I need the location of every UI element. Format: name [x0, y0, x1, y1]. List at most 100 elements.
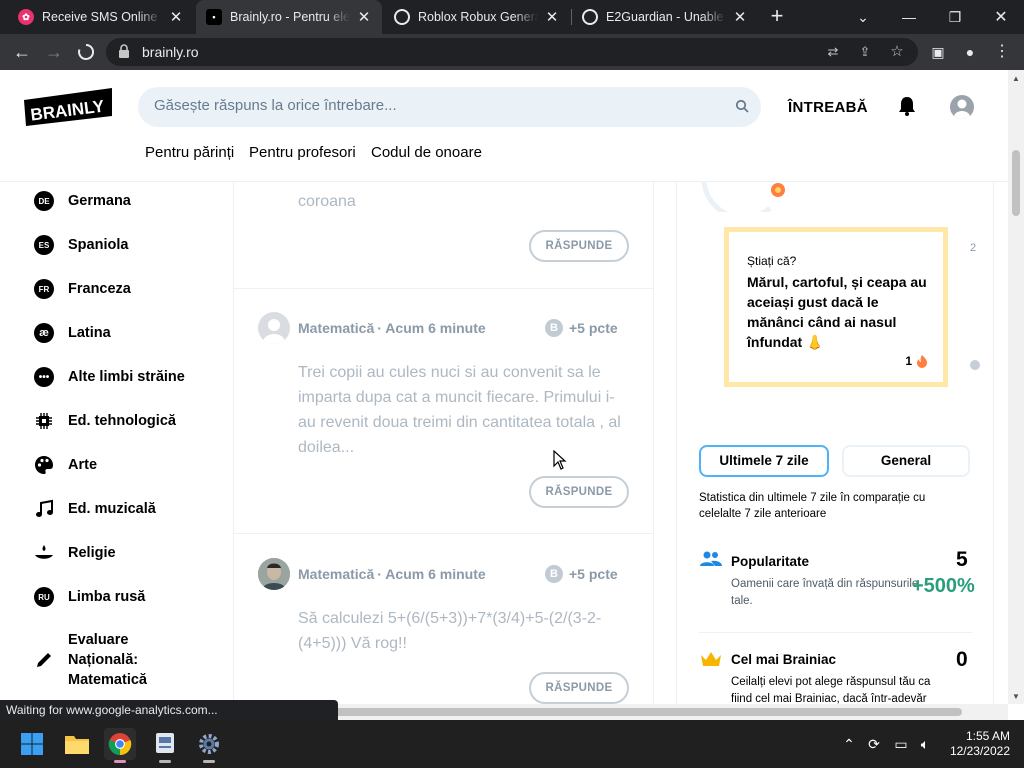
network-icon[interactable]: ▭ — [891, 734, 911, 754]
user-silhouette-icon — [954, 99, 970, 119]
brainly-points-icon: B — [545, 319, 563, 337]
de-badge-icon: DE — [34, 191, 54, 211]
sidebar-item-label: Franceza — [68, 281, 131, 297]
lock-icon — [119, 44, 129, 58]
back-button[interactable]: ← — [10, 40, 34, 64]
address-bar[interactable]: brainly.ro ⇄ ⇪ ☆ — [106, 38, 918, 66]
close-window-button[interactable]: ✕ — [978, 0, 1024, 34]
answer-button[interactable]: RĂSPUNDE — [529, 230, 629, 262]
points-value: +5 pcte — [569, 566, 618, 582]
browser-tab-sms[interactable]: ✿ Receive SMS Online Fo ✕ — [8, 0, 194, 34]
new-tab-button[interactable]: + — [766, 5, 788, 27]
active-app-indicator — [114, 760, 126, 763]
side-panel-icon[interactable]: ▣ — [929, 43, 947, 61]
music-note-icon — [36, 499, 53, 517]
answer-button[interactable]: RĂSPUNDE — [529, 476, 629, 508]
fun-fact-text: Mărul, cartoful, și ceapa au aceiași gus… — [747, 274, 927, 350]
sidebar-item-ed-muzicala[interactable]: Ed. muzicală — [34, 499, 156, 519]
stat-popularity-title: Popularitate — [731, 554, 810, 569]
sidebar-item-ed-tehnologica[interactable]: Ed. tehnologică — [34, 411, 176, 431]
tab-search-chevron-icon[interactable]: ⌄ — [840, 0, 886, 34]
vertical-scroll-thumb[interactable] — [1012, 150, 1020, 216]
volume-icon[interactable]: 🔈︎ — [915, 734, 935, 754]
search-icon[interactable] — [735, 99, 749, 113]
scroll-down-arrow-icon[interactable]: ▼ — [1011, 692, 1021, 702]
sms-favicon-icon: ✿ — [18, 9, 34, 25]
stat-brainiac-value: 0 — [956, 648, 968, 671]
scroll-up-arrow-icon[interactable]: ▲ — [1011, 74, 1021, 84]
sidebar-item-germana[interactable]: DE Germana — [34, 191, 131, 211]
question-text[interactable]: Să calculezi 5+(6/(5+3))+7*(3/4)+5-(2/(3… — [298, 606, 628, 656]
fr-badge-icon: FR — [34, 279, 54, 299]
ask-question-link[interactable]: ÎNTREABĂ — [788, 99, 868, 116]
stats-divider — [699, 632, 972, 633]
fun-fact-reactions[interactable]: 1 — [905, 354, 929, 368]
search-box[interactable] — [138, 87, 761, 127]
subnav-teachers-link[interactable]: Pentru profesori — [249, 144, 356, 161]
sidebar-item-franceza[interactable]: FR Franceza — [34, 279, 131, 299]
share-icon[interactable]: ⇪ — [856, 43, 874, 61]
question-subject[interactable]: Matematică — [298, 566, 374, 582]
loading-spinner-icon — [78, 43, 95, 60]
folder-icon — [65, 736, 89, 754]
subnav-parents-link[interactable]: Pentru părinți — [145, 144, 234, 161]
sidebar-item-evaluare-nationala[interactable]: Evaluare Națională: Matematică — [34, 630, 158, 690]
brainly-logo[interactable]: BRAINLY — [24, 88, 114, 128]
user-avatar[interactable] — [950, 95, 974, 119]
browser-tab-e2guardian[interactable]: E2Guardian - Unable to ✕ — [572, 0, 758, 34]
browser-tab-brainly[interactable]: • Brainly.ro - Pentru elevi ✕ — [196, 0, 382, 34]
minimize-button[interactable]: — — [886, 0, 932, 34]
notifications-bell-icon[interactable] — [896, 95, 918, 117]
ae-badge-icon: æ — [34, 323, 54, 343]
sidebar-item-limba-rusa[interactable]: RU Limba rusă — [34, 587, 145, 607]
chrome-menu-icon[interactable]: ⋮ — [993, 43, 1011, 61]
chrome-taskbar-button[interactable] — [104, 728, 136, 763]
fun-fact-card[interactable]: Știați că? Mărul, cartoful, și ceapa au … — [724, 227, 948, 387]
sidebar-item-religie[interactable]: Religie — [34, 543, 116, 563]
chrome-icon — [108, 733, 132, 756]
maximize-button[interactable]: ❐ — [932, 0, 978, 34]
question-subject[interactable]: Matematică — [298, 320, 374, 336]
profile-icon[interactable]: ● — [961, 43, 979, 61]
clock-date: 12/23/2022 — [949, 744, 1010, 758]
sidebar-item-alte-limbi[interactable]: ••• Alte limbi străine — [34, 367, 185, 387]
points-value: +5 pcte — [569, 320, 618, 336]
translate-icon[interactable]: ⇄ — [824, 43, 842, 61]
tray-overflow-chevron-icon[interactable]: ⌃ — [839, 734, 859, 754]
globe-icon — [582, 9, 598, 25]
forward-button[interactable]: → — [42, 40, 66, 64]
file-explorer-button[interactable] — [61, 728, 93, 760]
chip-icon — [36, 413, 52, 429]
stat-brainiac-title: Cel mai Brainiac — [731, 652, 837, 667]
system-clock[interactable]: 1:55 AM 12/23/2022 — [950, 729, 1010, 759]
close-tab-icon[interactable]: ✕ — [732, 8, 748, 26]
stats-tab-last-7-days[interactable]: Ultimele 7 zile — [699, 445, 829, 477]
tab-title: Receive SMS Online Fo — [42, 10, 162, 24]
stats-tab-general[interactable]: General — [842, 445, 970, 477]
question-text[interactable]: Trei copii au cules nuci si au convenit … — [298, 360, 628, 460]
app-taskbar-button[interactable] — [149, 728, 181, 763]
answer-button[interactable]: RĂSPUNDE — [529, 672, 629, 704]
bookmark-star-icon[interactable]: ☆ — [888, 43, 906, 61]
settings-taskbar-button[interactable] — [193, 728, 225, 763]
search-input[interactable] — [154, 97, 714, 114]
stop-loading-button[interactable] — [74, 40, 98, 64]
sidebar-item-latina[interactable]: æ Latina — [34, 323, 111, 343]
subnav-honor-code-link[interactable]: Codul de onoare — [371, 144, 482, 161]
tab-title: Brainly.ro - Pentru elevi — [230, 10, 350, 24]
sidebar-item-spaniola[interactable]: ES Spaniola — [34, 235, 128, 255]
sidebar-item-arte[interactable]: Arte — [34, 455, 97, 475]
sync-status-icon[interactable]: ⟳ — [864, 734, 884, 754]
vertical-scrollbar[interactable]: ▲ ▼ — [1008, 70, 1024, 704]
asker-avatar[interactable] — [258, 312, 290, 344]
question-text[interactable]: coroana — [298, 189, 628, 214]
browser-tab-roblox[interactable]: Roblox Robux Generat ✕ — [384, 0, 570, 34]
asker-avatar[interactable] — [258, 558, 290, 590]
carousel-next-card-icon[interactable] — [970, 360, 980, 370]
close-tab-icon[interactable]: ✕ — [168, 8, 184, 26]
sidebar-item-label: Religie — [68, 545, 116, 561]
browser-toolbar: ← → brainly.ro ⇄ ⇪ ☆ ▣ ● ⋮ — [0, 34, 1024, 70]
close-tab-icon[interactable]: ✕ — [544, 8, 560, 26]
start-button[interactable] — [16, 728, 48, 760]
close-tab-icon[interactable]: ✕ — [356, 8, 372, 26]
